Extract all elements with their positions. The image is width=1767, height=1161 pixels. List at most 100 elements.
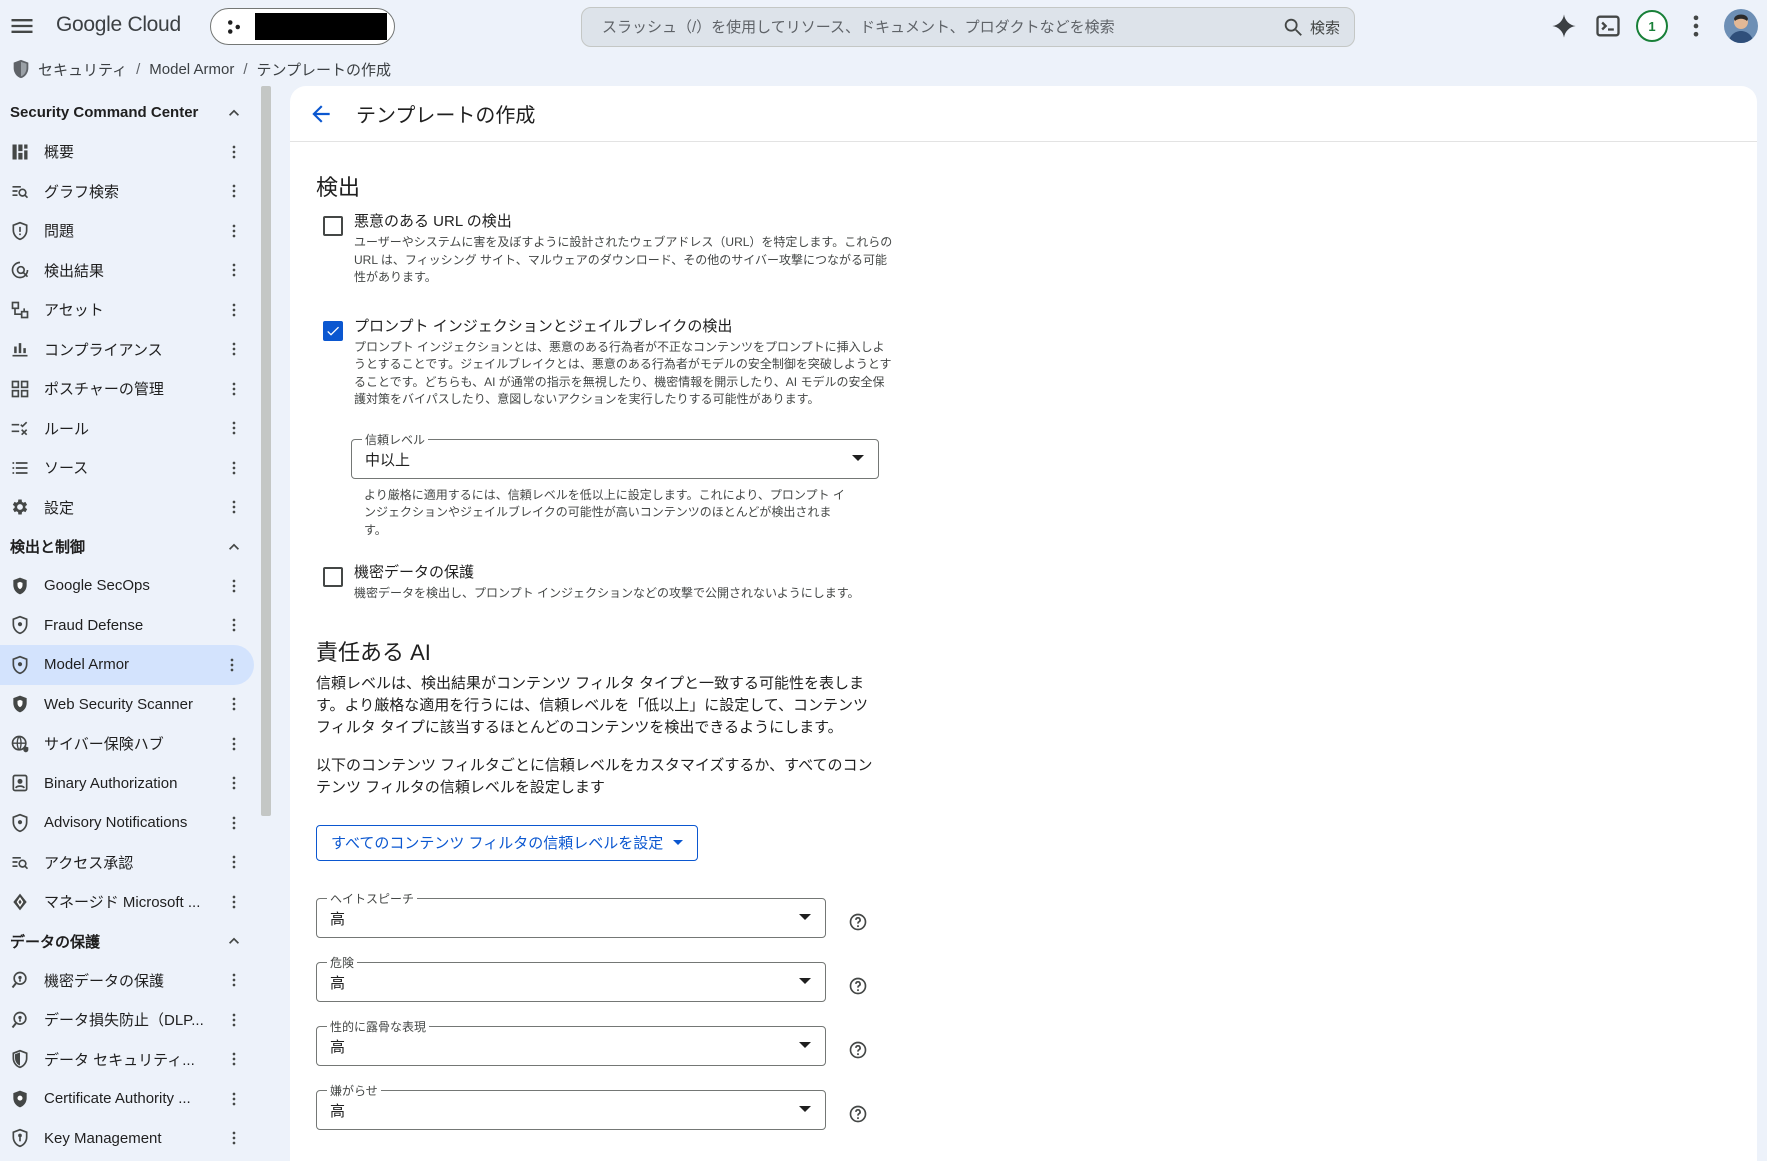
more-vert-icon[interactable] [224,813,244,833]
sidebar-item-item-0-8[interactable]: ソース [0,448,256,488]
back-arrow-icon[interactable] [308,101,334,127]
more-vert-icon[interactable] [224,339,244,359]
sidebar-item-label: 概要 [44,144,75,162]
access-icon [10,852,30,872]
key-search-icon [10,970,30,990]
more-vert-icon[interactable] [224,576,244,596]
shield-outline-icon [10,655,30,675]
compliance-icon [10,339,30,359]
notification-badge[interactable]: 1 [1636,10,1668,42]
dropdown-arrow-icon [799,913,811,920]
content-filter-select[interactable]: 危険高 [316,953,826,1002]
gemini-icon[interactable] [1550,12,1578,40]
sensitive-data-checkbox[interactable] [323,567,343,587]
sensitive-data-label[interactable]: 機密データの保護 [354,563,894,583]
sidebar-section-header[interactable]: 検出と制御 [0,527,256,566]
more-vert-icon[interactable] [224,458,244,478]
sidebar-item-binary-authorization[interactable]: Binary Authorization [0,764,256,804]
malicious-url-checkbox[interactable] [323,216,343,236]
help-icon[interactable] [848,1040,868,1060]
more-vert-icon[interactable] [224,418,244,438]
sidebar-item-item-0-2[interactable]: 問題 [0,211,256,251]
more-vert-icon[interactable] [224,694,244,714]
sidebar-item-key-management[interactable]: Key Management [0,1119,256,1159]
sidebar-item-fraud-defense[interactable]: Fraud Defense [0,606,256,646]
sidebar-item-item-2-2[interactable]: データ セキュリティ... [0,1040,256,1080]
more-vert-icon[interactable] [224,181,244,201]
sidebar-item-web-security-scanner[interactable]: Web Security Scanner [0,685,256,725]
sidebar-item-item-1-4[interactable]: サイバー保険ハブ [0,724,256,764]
microsoft-icon [10,892,30,912]
sidebar-item-item-0-0[interactable]: 概要 [0,132,256,172]
more-vert-icon[interactable] [224,1089,244,1109]
google-cloud-logo[interactable]: Google Cloud [56,13,181,37]
help-icon[interactable] [848,976,868,996]
more-vert-icon[interactable] [224,892,244,912]
more-vert-icon[interactable] [1682,12,1710,40]
more-vert-icon[interactable] [224,1010,244,1030]
more-vert-icon[interactable] [224,1128,244,1148]
confidence-level-helper: より厳格に適用するには、信頼レベルを低以上に設定します。これにより、プロンプト … [364,487,845,537]
more-vert-icon[interactable] [224,300,244,320]
sidebar-section-header[interactable]: データの保護 [0,922,256,961]
more-vert-icon[interactable] [224,615,244,635]
malicious-url-label[interactable]: 悪意のある URL の検出 [354,212,894,232]
more-vert-icon[interactable] [224,970,244,990]
set-all-confidence-label: すべてのコンテンツ フィルタの信頼レベルを設定 [331,835,664,852]
content-filter-select[interactable]: 嫌がらせ高 [316,1081,826,1130]
sidebar-scrollbar[interactable] [261,86,271,816]
sidebar-item-item-0-4[interactable]: アセット [0,290,256,330]
more-vert-icon[interactable] [224,142,244,162]
sidebar-item-google-secops[interactable]: Google SecOps [0,566,256,606]
sidebar-item-certificate-authority[interactable]: Certificate Authority ... [0,1079,256,1119]
more-vert-icon[interactable] [224,497,244,517]
more-vert-icon[interactable] [224,260,244,280]
help-icon[interactable] [848,912,868,932]
sidebar-item-advisory-notifications[interactable]: Advisory Notifications [0,803,256,843]
sidebar-item-microsoft[interactable]: マネージド Microsoft ... [0,882,256,922]
chevron-up-icon[interactable] [224,103,244,123]
sidebar-item-label: 検出結果 [44,262,105,280]
more-vert-icon[interactable] [222,655,242,675]
sidebar-item-item-0-5[interactable]: コンプライアンス [0,330,256,370]
chevron-up-icon[interactable] [224,931,244,951]
breadcrumb-model-armor[interactable]: Model Armor [149,61,234,78]
more-vert-icon[interactable] [224,773,244,793]
breadcrumb: セキュリティ / Model Armor / テンプレートの作成 [10,56,391,82]
sidebar-item-item-0-7[interactable]: ルール [0,409,256,449]
responsible-ai-instructions: 以下のコンテンツ フィルタごとに信頼レベルをカスタマイズするか、すべてのコンテン… [316,756,873,796]
chevron-up-icon[interactable] [224,537,244,557]
sidebar-item-item-0-1[interactable]: グラフ検索 [0,172,256,212]
sidebar-item-dlp[interactable]: データ損失防止（DLP... [0,1000,256,1040]
content-filter-value: 高 [330,974,346,992]
sidebar-item-item-0-6[interactable]: ポスチャーの管理 [0,369,256,409]
search-button[interactable]: 検索 [1282,16,1340,38]
sidebar-item-item-1-7[interactable]: アクセス承認 [0,843,256,883]
project-picker[interactable] [210,8,395,45]
prompt-injection-checkbox[interactable] [323,320,343,341]
sidebar-section-header[interactable]: Security Command Center [0,93,256,132]
more-vert-icon[interactable] [224,221,244,241]
sidebar-item-item-0-9[interactable]: 設定 [0,488,256,528]
search-input[interactable] [582,8,1282,46]
avatar[interactable] [1724,9,1758,43]
cloud-shell-icon[interactable] [1594,12,1622,40]
set-all-confidence-button[interactable]: すべてのコンテンツ フィルタの信頼レベルを設定 [316,824,699,861]
sidebar-item-item-0-3[interactable]: 検出結果 [0,251,256,291]
help-icon[interactable] [848,1104,868,1124]
breadcrumb-current: テンプレートの作成 [256,61,392,79]
sidebar-item-model-armor[interactable]: Model Armor [0,645,254,685]
more-vert-icon[interactable] [224,734,244,754]
breadcrumb-security[interactable]: セキュリティ [38,59,127,80]
content-filter-select[interactable]: ヘイトスピーチ高 [316,889,826,938]
prompt-injection-option: プロンプト インジェクションとジェイルブレイクの検出 プロンプト インジェクショ… [316,317,896,409]
more-vert-icon[interactable] [224,379,244,399]
menu-icon[interactable] [8,12,36,40]
prompt-injection-label[interactable]: プロンプト インジェクションとジェイルブレイクの検出 [354,317,894,337]
sidebar-item-item-2-0[interactable]: 機密データの保護 [0,961,256,1001]
content-filter-select[interactable]: 性的に露骨な表現高 [316,1017,826,1066]
confidence-level-select[interactable]: 信頼レベル 中以上 [351,430,879,479]
sidebar-item-label: データ損失防止（DLP... [44,1012,204,1030]
more-vert-icon[interactable] [224,1049,244,1069]
more-vert-icon[interactable] [224,852,244,872]
